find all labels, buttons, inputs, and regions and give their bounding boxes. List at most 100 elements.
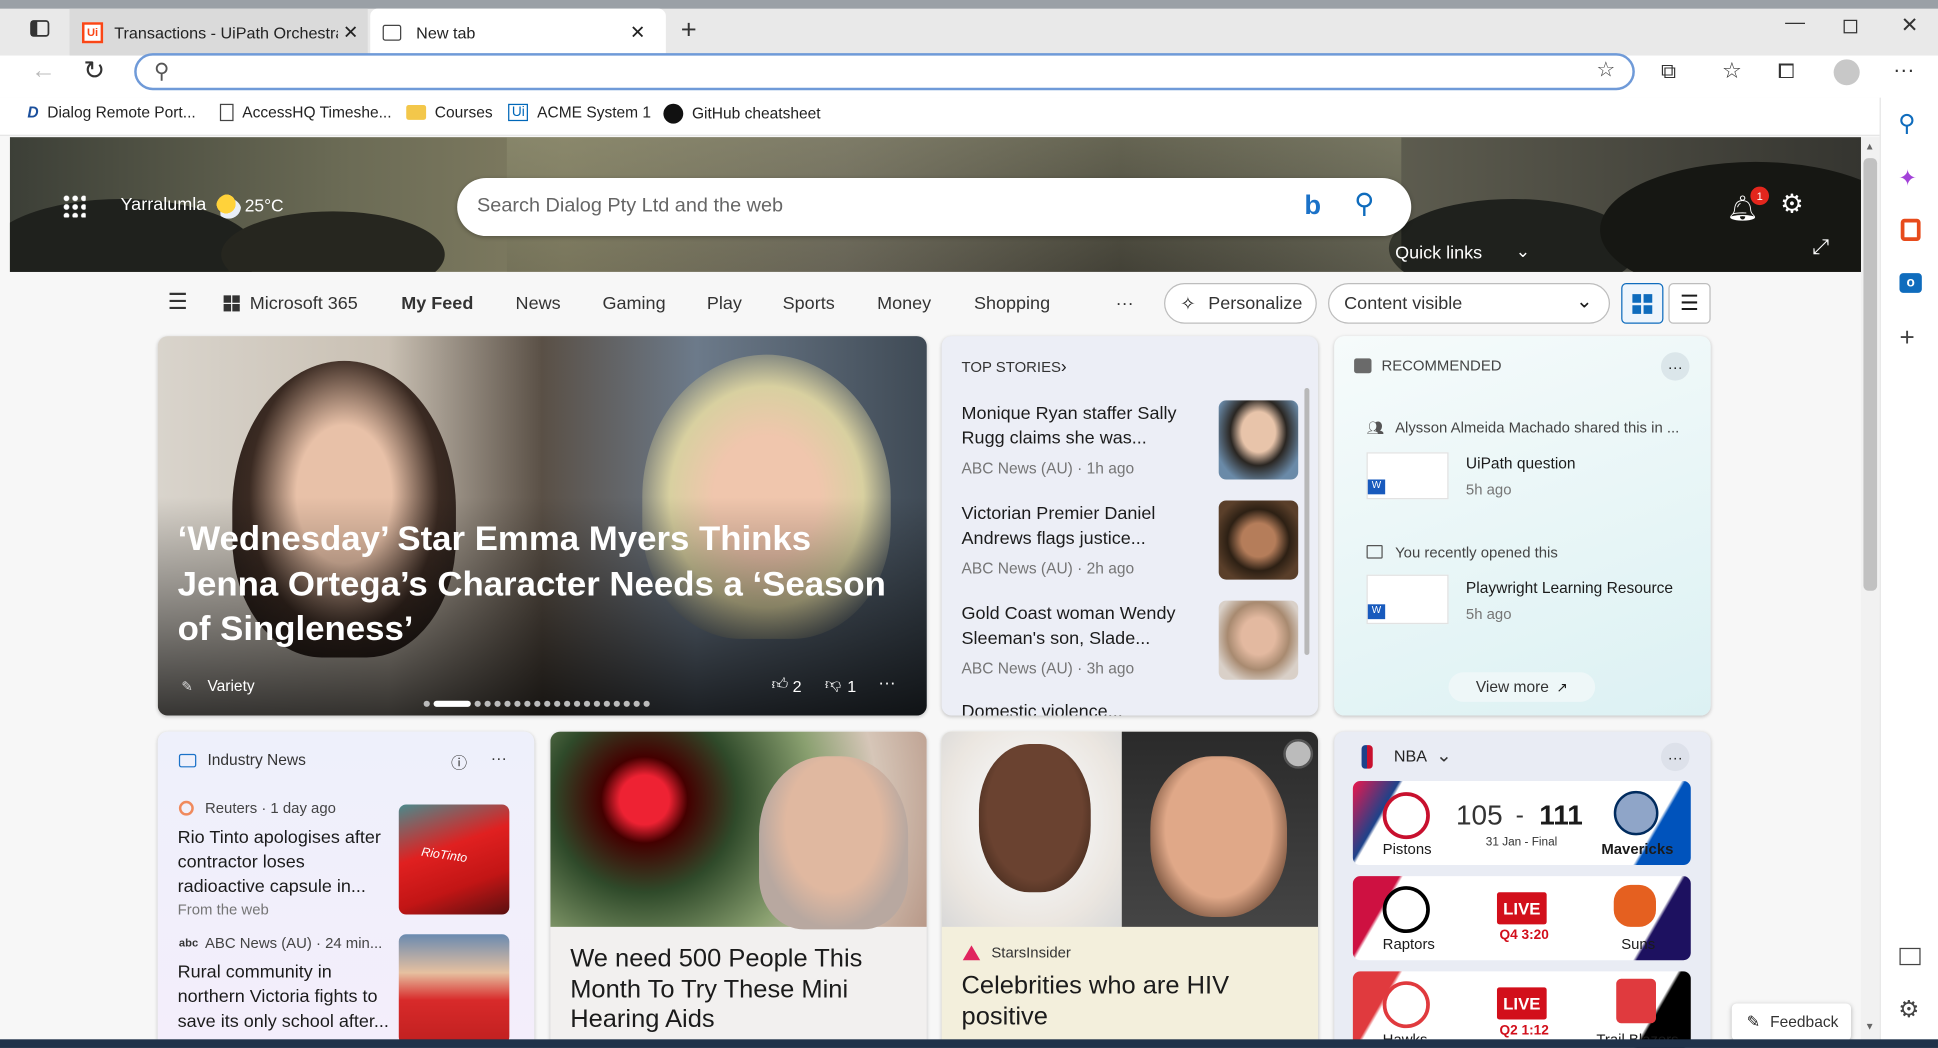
- industry-news-header[interactable]: Industry News: [207, 751, 305, 768]
- news-title[interactable]: Rio Tinto apologises after contractor lo…: [178, 826, 397, 900]
- nav-sports[interactable]: Sports: [783, 294, 835, 314]
- story-thumbnail[interactable]: [1218, 600, 1299, 680]
- more-options-icon[interactable]: ···: [1660, 742, 1690, 772]
- hero-story-card[interactable]: ‘Wednesday’ Star Emma Myers Thinks Jenna…: [157, 336, 927, 716]
- extensions-icon[interactable]: ⧉: [1661, 59, 1676, 84]
- document-title[interactable]: UiPath question: [1466, 455, 1576, 472]
- top-story-title[interactable]: Domestic violence...: [962, 702, 1192, 716]
- sparkle-icon[interactable]: ✦: [1898, 166, 1917, 192]
- feedback-button[interactable]: ✎ Feedback: [1731, 1003, 1852, 1041]
- nav-news[interactable]: News: [516, 294, 561, 314]
- office-icon[interactable]: [1900, 218, 1921, 241]
- personalize-button[interactable]: ✧ Personalize: [1164, 282, 1317, 324]
- game-row[interactable]: Pistons 105 - 111 31 Jan - Final Maveric…: [1352, 781, 1691, 866]
- list-layout-button[interactable]: ☰: [1668, 282, 1711, 324]
- favorites-icon[interactable]: ☆: [1722, 58, 1742, 84]
- top-story-title[interactable]: Monique Ryan staffer Sally Rugg claims s…: [962, 402, 1192, 451]
- collections-icon[interactable]: ⧠: [1778, 59, 1795, 84]
- top-story-title[interactable]: Gold Coast woman Wendy Sleeman's son, Sl…: [962, 602, 1192, 651]
- content-visible-dropdown[interactable]: Content visible ⌄: [1328, 282, 1611, 324]
- gear-icon[interactable]: ⚙: [1780, 189, 1803, 220]
- add-favorite-icon[interactable]: ☆: [1596, 58, 1615, 83]
- more-options-icon[interactable]: ···: [1660, 352, 1690, 381]
- bing-icon[interactable]: b: [1304, 189, 1321, 221]
- quick-links-button[interactable]: Quick links: [1395, 243, 1482, 263]
- scrollbar[interactable]: [1304, 388, 1310, 655]
- nav-shopping[interactable]: Shopping: [974, 294, 1050, 314]
- game-row[interactable]: Raptors LIVE Q4 3:20 Suns: [1352, 876, 1691, 961]
- menu-icon[interactable]: ☰: [168, 289, 188, 315]
- ad-title[interactable]: Celebrities who are HIV positive: [962, 971, 1310, 1032]
- profile-avatar[interactable]: [1833, 59, 1860, 86]
- apps-grid-icon[interactable]: [62, 194, 86, 218]
- outlook-icon[interactable]: o: [1899, 273, 1922, 293]
- news-thumbnail[interactable]: [398, 934, 510, 1045]
- web-search-box[interactable]: Search Dialog Pty Ltd and the web b ⚲: [457, 177, 1412, 237]
- nav-microsoft365[interactable]: Microsoft 365: [250, 294, 358, 314]
- refresh-icon[interactable]: ↻: [83, 56, 105, 87]
- nav-money[interactable]: Money: [877, 294, 931, 314]
- more-options-icon[interactable]: ···: [491, 749, 507, 768]
- celebrities-ad-card[interactable]: StarsInsider Celebrities who are HIV pos…: [941, 731, 1319, 1048]
- temperature[interactable]: 25°C: [245, 195, 284, 215]
- nav-play[interactable]: Play: [707, 294, 742, 314]
- news-thumbnail[interactable]: RioTinto: [398, 804, 510, 915]
- story-thumbnail[interactable]: [1218, 500, 1299, 580]
- search-input[interactable]: Search Dialog Pty Ltd and the web: [477, 195, 783, 217]
- chevron-down-icon[interactable]: ⌄: [1436, 744, 1452, 766]
- favorite-acme[interactable]: Ui ACME System 1: [508, 103, 651, 122]
- gear-icon[interactable]: ⚙: [1898, 996, 1919, 1024]
- scroll-up-icon[interactable]: ▲: [1865, 141, 1875, 152]
- top-story-title[interactable]: Victorian Premier Daniel Andrews flags j…: [962, 502, 1192, 551]
- search-icon[interactable]: ⚲: [1354, 188, 1374, 220]
- document-title[interactable]: Playwright Learning Resource: [1466, 580, 1673, 597]
- news-title[interactable]: Rural community in northern Victoria fig…: [178, 960, 397, 1034]
- scroll-down-icon[interactable]: ▼: [1865, 1021, 1875, 1032]
- scrollbar-thumb[interactable]: [1863, 158, 1878, 591]
- document-thumbnail[interactable]: W: [1366, 574, 1449, 625]
- search-icon[interactable]: ⚲: [1898, 110, 1915, 138]
- restore-icon[interactable]: [1843, 19, 1858, 34]
- favorite-dialog[interactable]: D Dialog Remote Port...: [27, 104, 195, 121]
- more-options-icon[interactable]: ···: [878, 672, 895, 692]
- tab-actions-icon[interactable]: [27, 17, 52, 39]
- favorite-github[interactable]: GitHub cheatsheet: [663, 103, 821, 124]
- close-icon[interactable]: ✕: [630, 21, 646, 43]
- carousel-dots[interactable]: [423, 700, 650, 707]
- new-tab-button[interactable]: +: [681, 14, 697, 46]
- ad-title[interactable]: We need 500 People This Month To Try The…: [570, 944, 918, 1035]
- expand-icon[interactable]: ⤢: [1813, 235, 1830, 260]
- hearing-aid-ad-card[interactable]: We need 500 People This Month To Try The…: [550, 731, 927, 1048]
- close-window-icon[interactable]: ✕: [1901, 14, 1919, 39]
- sparkle-icon: ✧: [1180, 293, 1196, 315]
- team-name: Raptors: [1382, 935, 1435, 953]
- document-thumbnail[interactable]: W: [1366, 452, 1449, 500]
- tab-uipath[interactable]: Ui Transactions - UiPath Orchestrat ✕: [69, 8, 368, 56]
- add-icon[interactable]: +: [1899, 324, 1914, 354]
- nav-more[interactable]: ···: [1116, 294, 1134, 314]
- chevron-right-icon[interactable]: ›: [1061, 356, 1067, 376]
- like-icon[interactable]: 👍︎: [771, 675, 788, 695]
- tab-new-tab[interactable]: New tab ✕: [370, 8, 666, 56]
- favorite-accesshq[interactable]: AccessHQ Timeshe...: [219, 103, 392, 122]
- info-icon[interactable]: ⓘ: [451, 750, 467, 773]
- view-more-button[interactable]: View more ↗: [1448, 672, 1596, 702]
- close-icon[interactable]: ✕: [343, 21, 359, 43]
- minimize-icon[interactable]: —: [1785, 12, 1805, 34]
- sidebar-toggle-icon[interactable]: [1899, 947, 1921, 966]
- game-row[interactable]: Hawks LIVE Q2 1:12 Trail Blazers: [1352, 971, 1691, 1048]
- address-bar[interactable]: ⚲ ☆: [134, 53, 1635, 91]
- location[interactable]: Yarralumla: [121, 195, 207, 215]
- settings-more-icon[interactable]: ···: [1893, 58, 1914, 83]
- nba-header[interactable]: NBA: [1394, 746, 1427, 765]
- dislike-icon[interactable]: 👎︎: [825, 675, 841, 695]
- back-icon[interactable]: ←: [31, 57, 56, 85]
- favorite-courses[interactable]: Courses: [406, 104, 493, 121]
- grid-layout-button[interactable]: [1621, 282, 1664, 324]
- story-thumbnail[interactable]: [1218, 400, 1299, 480]
- chevron-down-icon[interactable]: ⌄: [1516, 241, 1531, 262]
- top-stories-header[interactable]: TOP STORIES: [962, 358, 1061, 375]
- nav-gaming[interactable]: Gaming: [603, 294, 666, 314]
- nav-my-feed[interactable]: My Feed: [401, 294, 473, 314]
- hero-story-title[interactable]: ‘Wednesday’ Star Emma Myers Thinks Jenna…: [178, 517, 911, 652]
